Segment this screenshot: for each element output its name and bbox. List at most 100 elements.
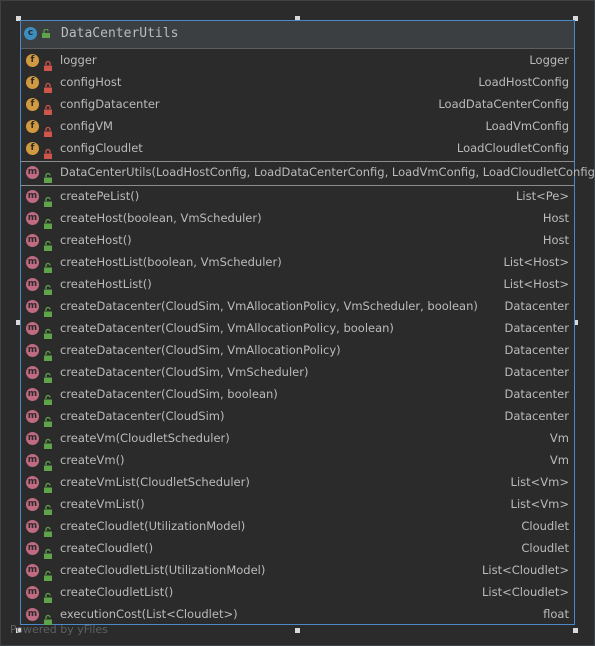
method-row[interactable]: m createDatacenter(CloudSim, boolean) Data… bbox=[21, 384, 574, 406]
member-name: createPeList() bbox=[60, 189, 140, 203]
member-type: LoadDataCenterConfig bbox=[438, 97, 569, 111]
method-row[interactable]: m createDatacenter(CloudSim, VmAllocation… bbox=[21, 340, 574, 362]
method-icon: m bbox=[26, 410, 39, 423]
member-name: createHostList(boolean, VmScheduler) bbox=[60, 255, 282, 269]
member-name: createHostList() bbox=[60, 277, 152, 291]
field-icon: f bbox=[26, 98, 39, 111]
member-type: float bbox=[543, 607, 569, 621]
public-unlock-icon bbox=[44, 390, 52, 405]
method-row[interactable]: m createHost(boolean, VmScheduler) Host bbox=[21, 208, 574, 230]
member-type: Host bbox=[542, 233, 569, 247]
member-name: createDatacenter(CloudSim, VmAllocationP… bbox=[60, 321, 394, 335]
method-icon: m bbox=[26, 300, 39, 313]
field-row[interactable]: f logger Logger bbox=[21, 50, 574, 72]
field-icon: f bbox=[26, 142, 39, 155]
method-row[interactable]: m createDatacenter(CloudSim, VmScheduler)… bbox=[21, 362, 574, 384]
public-unlock-icon bbox=[44, 500, 52, 515]
member-type: List<Pe> bbox=[516, 189, 569, 203]
field-row[interactable]: f configVM LoadVmConfig bbox=[21, 116, 574, 138]
member-type: Datacenter bbox=[504, 299, 569, 313]
method-row[interactable]: m createCloudlet(UtilizationModel) Cloudle… bbox=[21, 516, 574, 538]
private-lock-icon bbox=[44, 78, 52, 93]
member-type: Vm bbox=[549, 431, 569, 445]
private-lock-icon bbox=[44, 56, 52, 71]
public-unlock-icon bbox=[42, 29, 50, 38]
member-type: Datacenter bbox=[504, 365, 569, 379]
public-unlock-icon bbox=[44, 324, 52, 339]
resize-handle-bottom-right[interactable] bbox=[573, 628, 578, 633]
method-row[interactable]: m createHostList(boolean, VmScheduler) Lis… bbox=[21, 252, 574, 274]
member-type: List<Cloudlet> bbox=[481, 585, 569, 599]
member-type: List<Vm> bbox=[510, 497, 569, 511]
method-row[interactable]: m createDatacenter(CloudSim, VmAllocation… bbox=[21, 296, 574, 318]
public-unlock-icon bbox=[44, 258, 52, 273]
member-name: createCloudlet(UtilizationModel) bbox=[60, 519, 246, 533]
public-unlock-icon bbox=[44, 588, 52, 603]
member-name: createDatacenter(CloudSim, VmAllocationP… bbox=[60, 343, 341, 357]
method-icon: m bbox=[26, 344, 39, 357]
field-icon: f bbox=[26, 76, 39, 89]
method-row[interactable]: m createVm() Vm bbox=[21, 450, 574, 472]
member-name: createDatacenter(CloudSim, VmAllocationP… bbox=[60, 299, 478, 313]
field-row[interactable]: f configDatacenter LoadDataCenterConfig bbox=[21, 94, 574, 116]
method-icon: m bbox=[26, 256, 39, 269]
member-name: createVm(CloudletScheduler) bbox=[60, 431, 230, 445]
member-name: configCloudlet bbox=[60, 141, 143, 155]
method-row[interactable]: m createVm(CloudletScheduler) Vm bbox=[21, 428, 574, 450]
method-row[interactable]: m createVmList() List<Vm> bbox=[21, 494, 574, 516]
public-unlock-icon bbox=[44, 522, 52, 537]
method-row[interactable]: m createHostList() List<Host> bbox=[21, 274, 574, 296]
member-type: LoadVmConfig bbox=[485, 119, 569, 133]
member-type: Datacenter bbox=[504, 387, 569, 401]
public-unlock-icon bbox=[44, 544, 52, 559]
method-row[interactable]: m createCloudletList(UtilizationModel) Lis… bbox=[21, 560, 574, 582]
method-row[interactable]: m createCloudletList() List<Cloudlet> bbox=[21, 582, 574, 604]
method-row[interactable]: m createPeList() List<Pe> bbox=[21, 186, 574, 208]
member-name: configDatacenter bbox=[60, 97, 160, 111]
private-lock-icon bbox=[44, 100, 52, 115]
private-lock-icon bbox=[44, 122, 52, 137]
method-icon: m bbox=[26, 212, 39, 225]
member-type: LoadHostConfig bbox=[478, 75, 569, 89]
member-type: Datacenter bbox=[504, 409, 569, 423]
member-name: DataCenterUtils(LoadHostConfig, LoadData… bbox=[60, 165, 595, 179]
class-header[interactable]: c DataCenterUtils bbox=[21, 21, 574, 49]
public-unlock-icon bbox=[44, 236, 52, 251]
method-row[interactable]: m createDatacenter(CloudSim, VmAllocation… bbox=[21, 318, 574, 340]
method-icon: m bbox=[26, 234, 39, 247]
method-row[interactable]: m createDatacenter(CloudSim) Datacenter bbox=[21, 406, 574, 428]
field-row[interactable]: f configCloudlet LoadCloudletConfig bbox=[21, 138, 574, 160]
constructor-row[interactable]: m DataCenterUtils(LoadHostConfig, LoadDat… bbox=[21, 162, 595, 184]
public-unlock-icon bbox=[44, 192, 52, 207]
field-row[interactable]: f configHost LoadHostConfig bbox=[21, 72, 574, 94]
method-row[interactable]: m createCloudlet() Cloudlet bbox=[21, 538, 574, 560]
member-name: configHost bbox=[60, 75, 122, 89]
method-icon: m bbox=[26, 366, 39, 379]
member-name: createCloudlet() bbox=[60, 541, 154, 555]
member-name: createHost(boolean, VmScheduler) bbox=[60, 211, 262, 225]
class-icon: c bbox=[24, 27, 37, 40]
field-icon: f bbox=[26, 120, 39, 133]
method-icon: m bbox=[26, 388, 39, 401]
public-unlock-icon bbox=[44, 478, 52, 493]
method-icon: m bbox=[26, 476, 39, 489]
method-icon: m bbox=[26, 190, 39, 203]
method-icon: m bbox=[26, 498, 39, 511]
member-name: createVmList(CloudletScheduler) bbox=[60, 475, 250, 489]
method-row[interactable]: m createVmList(CloudletScheduler) List<Vm> bbox=[21, 472, 574, 494]
member-name: createCloudletList(UtilizationModel) bbox=[60, 563, 266, 577]
public-unlock-icon bbox=[44, 168, 52, 183]
method-icon: m bbox=[26, 586, 39, 599]
public-unlock-icon bbox=[44, 302, 52, 317]
method-row[interactable]: m createHost() Host bbox=[21, 230, 574, 252]
resize-handle-bottom-center[interactable] bbox=[295, 628, 300, 633]
class-node[interactable]: c DataCenterUtils f logger Logger f configHo… bbox=[20, 20, 595, 625]
field-icon: f bbox=[26, 54, 39, 67]
member-name: createHost() bbox=[60, 233, 132, 247]
public-unlock-icon bbox=[44, 346, 52, 361]
member-type: List<Host> bbox=[503, 277, 569, 291]
member-type: LoadCloudletConfig bbox=[456, 141, 569, 155]
member-name: createCloudletList() bbox=[60, 585, 174, 599]
member-type: Vm bbox=[549, 453, 569, 467]
public-unlock-icon bbox=[44, 368, 52, 383]
